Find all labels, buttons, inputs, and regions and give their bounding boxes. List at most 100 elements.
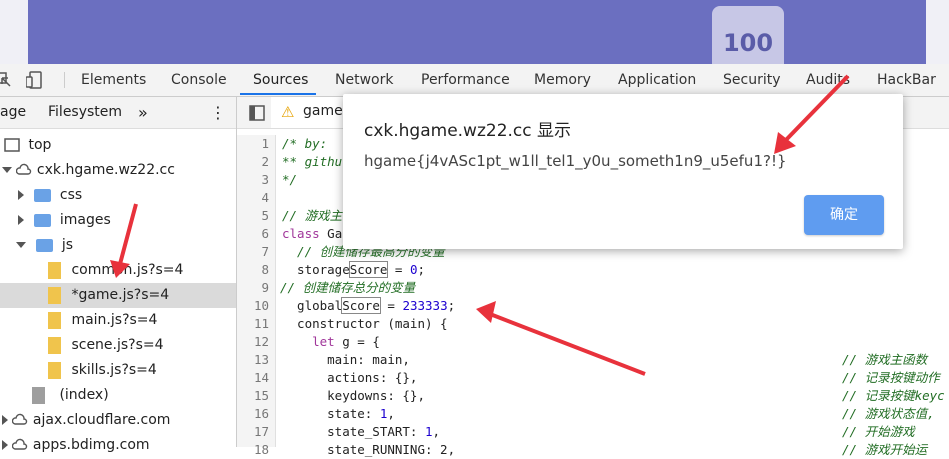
folder-icon bbox=[34, 213, 52, 227]
file-icon bbox=[48, 311, 61, 329]
code-line-2: ** githu bbox=[282, 154, 343, 169]
tree-item-label: images bbox=[59, 212, 111, 228]
tree-item-game-js[interactable]: *game.js?s=4 bbox=[48, 283, 169, 308]
code-comment: // 开始游戏 bbox=[842, 424, 915, 439]
code-keyword: class bbox=[282, 226, 320, 241]
code-text: Ga bbox=[319, 226, 343, 241]
ok-button[interactable]: 确定 bbox=[804, 195, 884, 235]
folder-icon bbox=[36, 238, 54, 252]
expand-arrow-icon[interactable] bbox=[2, 167, 12, 173]
code-comment: // 记录按键动作 bbox=[842, 370, 940, 385]
code-line-6: class Ga bbox=[282, 225, 342, 243]
tree-item-images[interactable]: images bbox=[18, 208, 111, 233]
tab-console[interactable]: Console bbox=[171, 64, 227, 96]
tree-item-domain-cloudflare[interactable]: ajax.cloudflare.com bbox=[2, 408, 170, 433]
line-number: 18 bbox=[253, 442, 269, 457]
code-line-12: let g = { bbox=[282, 333, 380, 351]
tab-hackbar[interactable]: HackBar bbox=[877, 64, 936, 96]
line-number: 13 bbox=[253, 352, 269, 367]
tree-item-label: (index) bbox=[59, 387, 109, 403]
tab-memory[interactable]: Memory bbox=[534, 64, 591, 96]
toggle-navigator-icon[interactable] bbox=[249, 105, 265, 121]
folder-icon bbox=[34, 188, 52, 202]
tree-item-js[interactable]: js bbox=[16, 233, 73, 258]
editor-file-tab[interactable]: ⚠ game. bbox=[271, 97, 352, 128]
navigator-menu-icon[interactable]: ⋮ bbox=[210, 97, 226, 128]
active-tab-indicator bbox=[240, 93, 316, 95]
code-number: 233333 bbox=[402, 298, 448, 313]
tree-item-skills-js[interactable]: skills.js?s=4 bbox=[48, 358, 157, 383]
dialog-message: hgame{j4vASc1pt_w1ll_tel1_y0u_someth1n9_… bbox=[364, 152, 787, 170]
code-text: storage bbox=[282, 262, 350, 277]
line-number: 6 bbox=[261, 226, 269, 241]
code-line-14: actions: {}, bbox=[282, 370, 418, 385]
tree-item-label: scene.js?s=4 bbox=[71, 337, 164, 353]
tree-item-index[interactable]: (index) bbox=[32, 383, 109, 408]
line-number: 4 bbox=[261, 190, 269, 205]
file-icon bbox=[48, 261, 61, 279]
tree-item-label: cxk.hgame.wz22.cc bbox=[36, 162, 175, 178]
code-text: = bbox=[387, 262, 410, 277]
tree-item-label: js bbox=[61, 237, 74, 253]
navigator-tab-page[interactable]: age bbox=[0, 97, 26, 128]
line-number: 14 bbox=[253, 370, 269, 385]
tree-item-domain-bdimg[interactable]: apps.bdimg.com bbox=[2, 433, 150, 458]
tab-network[interactable]: Network bbox=[335, 64, 393, 96]
code-text: ; bbox=[417, 262, 426, 277]
code-line-13: main: main, bbox=[282, 352, 410, 367]
tree-item-label: *game.js?s=4 bbox=[71, 287, 170, 303]
tab-elements[interactable]: Elements bbox=[81, 64, 146, 96]
expand-arrow-icon[interactable] bbox=[18, 190, 24, 200]
line-number: 16 bbox=[253, 406, 269, 421]
navigator-tab-filesystem[interactable]: Filesystem bbox=[48, 97, 122, 128]
tree-item-label: top bbox=[28, 137, 52, 153]
file-icon bbox=[48, 336, 61, 354]
cloud-icon bbox=[12, 413, 28, 425]
file-icon bbox=[32, 386, 45, 404]
expand-arrow-icon[interactable] bbox=[16, 242, 26, 248]
line-number: 1 bbox=[261, 136, 269, 151]
editor-tab-label: game. bbox=[303, 103, 348, 119]
code-text: global bbox=[282, 298, 343, 313]
tree-item-main-js[interactable]: main.js?s=4 bbox=[48, 308, 157, 333]
tree-item-domain-cxk[interactable]: cxk.hgame.wz22.cc bbox=[2, 158, 175, 183]
tab-performance[interactable]: Performance bbox=[421, 64, 510, 96]
tree-item-scene-js[interactable]: scene.js?s=4 bbox=[48, 333, 164, 358]
frame-icon bbox=[4, 138, 20, 152]
tab-security[interactable]: Security bbox=[723, 64, 781, 96]
expand-arrow-icon[interactable] bbox=[18, 215, 24, 225]
line-number: 12 bbox=[253, 334, 269, 349]
expand-arrow-icon[interactable] bbox=[2, 440, 8, 450]
expand-arrow-icon[interactable] bbox=[2, 415, 8, 425]
code-comment: // 游戏状态值, bbox=[842, 406, 935, 421]
more-tabs-icon[interactable]: » bbox=[138, 97, 148, 128]
tab-sources[interactable]: Sources bbox=[253, 64, 308, 96]
cloud-icon bbox=[12, 438, 28, 450]
line-number: 10 bbox=[253, 298, 269, 313]
tree-item-css[interactable]: css bbox=[18, 183, 82, 208]
tree-item-top[interactable]: top bbox=[4, 133, 51, 158]
code-line-18: state_RUNNING: 2, bbox=[282, 442, 456, 457]
code-comment: // 游戏主函数 bbox=[842, 352, 928, 367]
inspect-element-icon[interactable] bbox=[0, 71, 12, 89]
search-match-highlight: Score bbox=[348, 261, 389, 278]
page-banner: 100 bbox=[0, 0, 949, 64]
device-toolbar-icon[interactable] bbox=[26, 71, 44, 89]
line-number: 3 bbox=[261, 172, 269, 187]
line-number: 8 bbox=[261, 262, 269, 277]
line-number: 9 bbox=[261, 280, 269, 295]
code-number: 1 bbox=[425, 424, 433, 439]
tab-application[interactable]: Application bbox=[618, 64, 696, 96]
tab-audits[interactable]: Audits bbox=[806, 64, 850, 96]
devtools-tabbar: Elements Console Sources Network Perform… bbox=[0, 64, 949, 97]
banner-image bbox=[28, 0, 926, 64]
banner-logo: 100 bbox=[712, 6, 784, 64]
line-number: 11 bbox=[253, 316, 269, 331]
code-text: g = { bbox=[334, 334, 380, 349]
tree-item-label: main.js?s=4 bbox=[71, 312, 158, 328]
line-number-gutter: 1 2 3 4 5 6 7 8 9 10 11 12 13 14 15 16 1… bbox=[237, 135, 276, 457]
code-line-15: keydowns: {}, bbox=[282, 388, 425, 403]
code-keyword: let bbox=[282, 334, 335, 349]
tree-item-common-js[interactable]: common.js?s=4 bbox=[48, 258, 183, 283]
dialog-title: cxk.hgame.wz22.cc 显示 bbox=[364, 121, 572, 141]
